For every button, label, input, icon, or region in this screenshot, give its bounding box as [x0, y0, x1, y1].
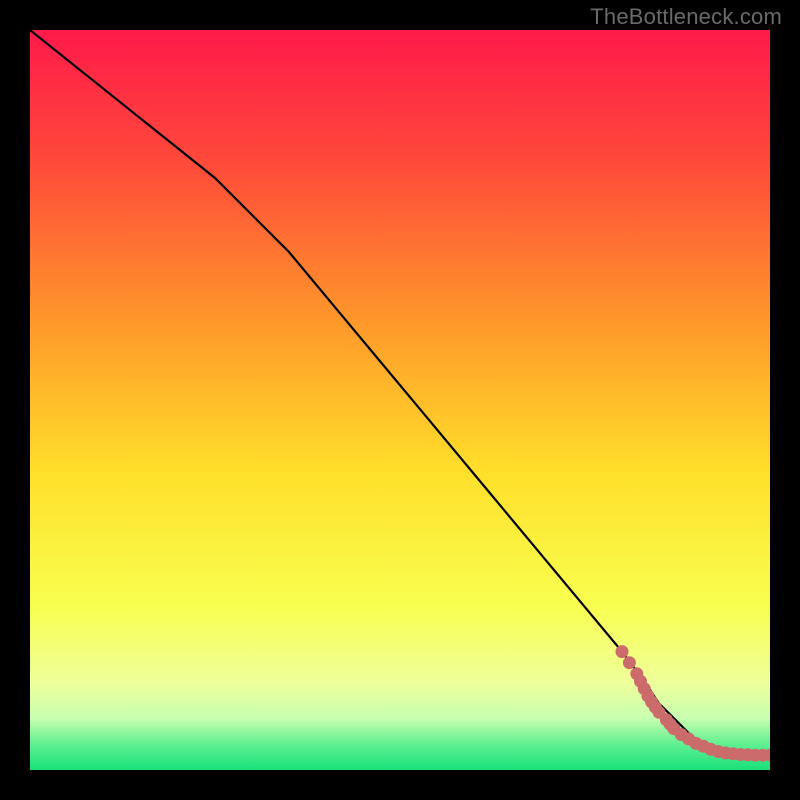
- data-marker: [616, 645, 629, 658]
- chart-frame: TheBottleneck.com: [0, 0, 800, 800]
- data-marker: [623, 656, 636, 669]
- watermark-text: TheBottleneck.com: [590, 4, 782, 30]
- plot-area: [30, 30, 770, 770]
- gradient-background: [30, 30, 770, 770]
- chart-svg: [30, 30, 770, 770]
